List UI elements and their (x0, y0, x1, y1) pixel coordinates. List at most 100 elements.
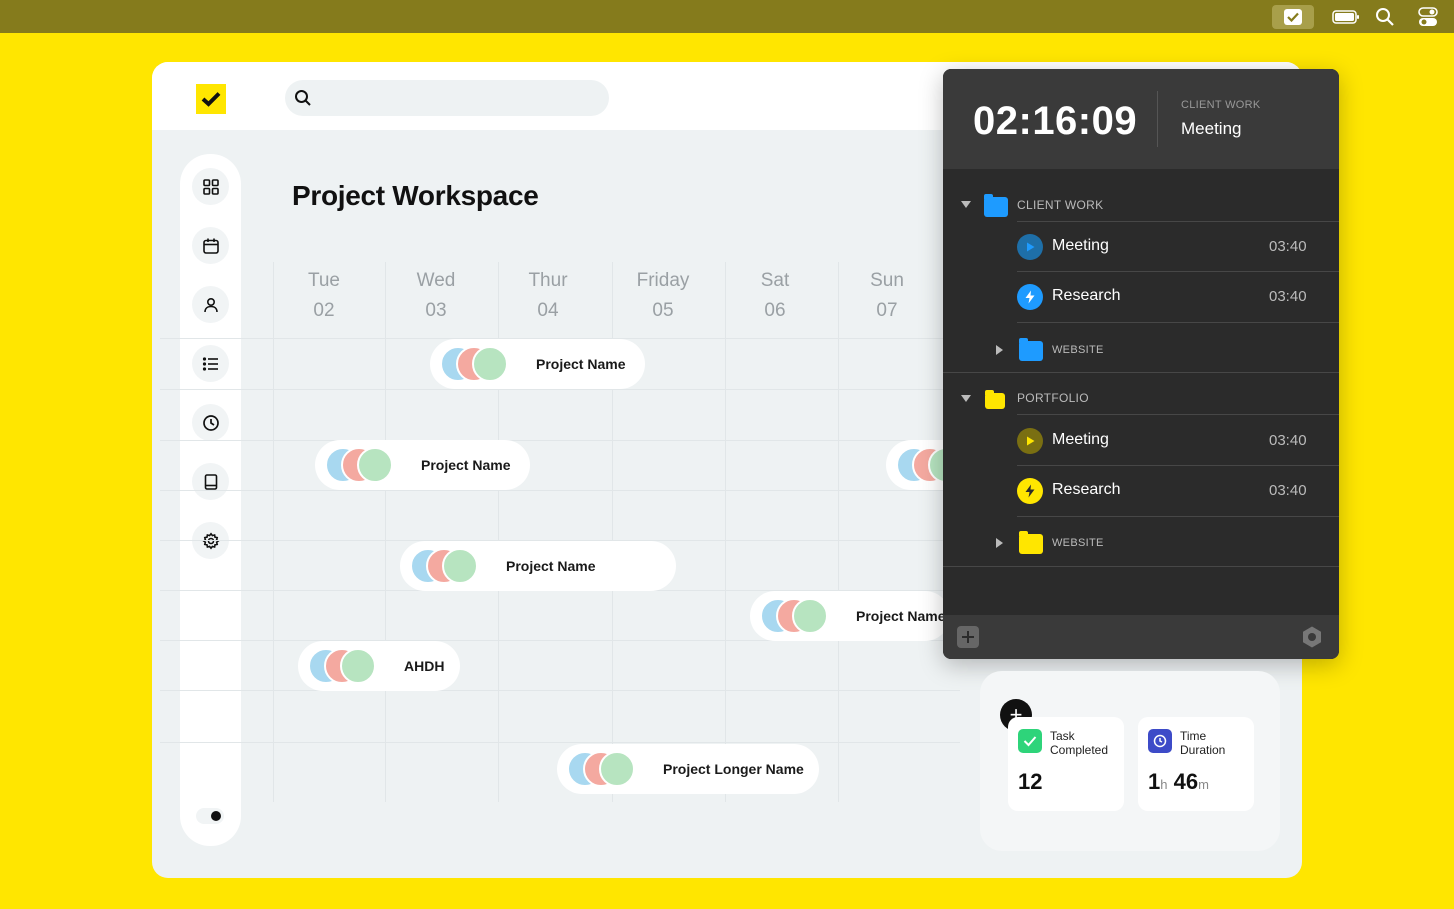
add-icon[interactable] (957, 626, 979, 648)
dashboard-icon[interactable] (192, 168, 229, 205)
collapse-caret-icon[interactable] (961, 395, 971, 402)
search-bar[interactable] (285, 80, 609, 116)
day-name: Sun (870, 270, 904, 291)
divider (1157, 91, 1158, 147)
grid-line (273, 262, 274, 802)
expand-caret-icon[interactable] (996, 538, 1003, 548)
spotlight-search-icon[interactable] (1372, 5, 1398, 29)
day-date: 03 (425, 300, 447, 321)
project-name: Project Name (421, 457, 511, 473)
day-header-thur[interactable]: Thur 04 (498, 266, 598, 326)
day-date: 07 (876, 300, 898, 321)
calendar-icon[interactable] (192, 227, 229, 264)
app-logo[interactable] (196, 84, 226, 114)
subfolder-label[interactable]: WEBSITE (1052, 537, 1104, 549)
user-icon[interactable] (192, 286, 229, 323)
task-name[interactable]: Research (1052, 287, 1120, 305)
list-icon[interactable] (192, 345, 229, 382)
control-center-icon[interactable] (1414, 5, 1442, 29)
expand-caret-icon[interactable] (996, 345, 1003, 355)
check-app-icon[interactable] (1272, 5, 1314, 29)
subfolder-label[interactable]: WEBSITE (1052, 344, 1104, 356)
divider (1017, 221, 1339, 222)
grid-line (160, 440, 960, 441)
timer-footer (943, 615, 1339, 659)
timer-clock: 02:16:09 (973, 99, 1138, 143)
bolt-icon[interactable] (1017, 284, 1043, 310)
avatar-group (325, 447, 413, 483)
page-title: Project Workspace (292, 180, 539, 211)
avatar-group (308, 648, 396, 684)
day-header-wed[interactable]: Wed 03 (386, 266, 486, 326)
grid-line (725, 262, 726, 802)
group-label[interactable]: CLIENT WORK (1017, 198, 1103, 212)
timer-icon (1148, 729, 1172, 753)
day-name: Wed (416, 270, 456, 291)
task-time: 03:40 (1269, 238, 1307, 255)
task-name[interactable]: Meeting (1052, 237, 1109, 255)
day-date: 04 (537, 300, 559, 321)
grid-line (160, 690, 960, 691)
avatar-group (440, 346, 528, 382)
current-category: CLIENT WORK (1181, 99, 1261, 111)
menu-bar (0, 0, 1454, 33)
day-header-friday[interactable]: Friday 05 (613, 266, 713, 326)
theme-toggle[interactable] (196, 808, 224, 824)
divider (1017, 271, 1339, 272)
project-name: Project Longer Name (663, 761, 804, 777)
project-pill[interactable]: Project Name (750, 591, 950, 641)
task-name[interactable]: Research (1052, 481, 1120, 499)
day-name: Sat (760, 270, 790, 291)
day-header-sat[interactable]: Sat 06 (725, 266, 825, 326)
project-pill[interactable]: Project Longer Name (557, 744, 819, 794)
project-pill[interactable]: AHDH (298, 641, 460, 691)
day-date: 02 (313, 300, 335, 321)
grid-line (838, 262, 839, 802)
day-name: Friday (636, 270, 690, 291)
stat-value: 1h 46m (1148, 769, 1209, 795)
divider (1017, 516, 1339, 517)
avatar-group (760, 598, 848, 634)
avatar (340, 648, 376, 684)
day-date: 05 (652, 300, 674, 321)
collapse-caret-icon[interactable] (961, 201, 971, 208)
divider (1017, 322, 1339, 323)
stats-card: + Task Completed 12 Time Duration 1h 46m (980, 671, 1280, 851)
hours-value: 1 (1148, 769, 1161, 794)
avatar (357, 447, 393, 483)
day-header-sun[interactable]: Sun 07 (837, 266, 937, 326)
minutes-value: 46 (1173, 769, 1199, 794)
search-input[interactable] (321, 80, 601, 116)
avatar-group (567, 751, 655, 787)
project-pill[interactable]: Project Name (430, 339, 645, 389)
avatar (442, 548, 478, 584)
stat-time-duration: Time Duration 1h 46m (1138, 717, 1254, 811)
task-time: 03:40 (1269, 288, 1307, 305)
settings-hexagon-icon[interactable] (1300, 625, 1324, 654)
project-pill[interactable]: Project Name (315, 440, 530, 490)
project-name: AHDH (404, 658, 445, 674)
current-task: Meeting (1181, 119, 1242, 138)
timer-header: 02:16:09 CLIENT WORK Meeting (943, 69, 1339, 169)
divider (1017, 414, 1339, 415)
timer-panel: 02:16:09 CLIENT WORK Meeting CLIENT WORK… (943, 69, 1339, 659)
divider (943, 372, 1339, 373)
book-icon[interactable] (192, 463, 229, 500)
stat-label: Time Duration (1180, 729, 1226, 757)
avatar (792, 598, 828, 634)
play-icon[interactable] (1017, 234, 1043, 260)
day-header-tue[interactable]: Tue 02 (274, 266, 374, 326)
group-label[interactable]: PORTFOLIO (1017, 391, 1089, 405)
avatar-group (410, 548, 498, 584)
avatar (472, 346, 508, 382)
divider (1017, 465, 1339, 466)
project-pill[interactable]: Project Name (400, 541, 676, 591)
bolt-icon[interactable] (1017, 478, 1043, 504)
grid-line (385, 262, 386, 802)
toggle-knob (211, 811, 221, 821)
task-name[interactable]: Meeting (1052, 431, 1109, 449)
play-icon[interactable] (1017, 428, 1043, 454)
battery-icon[interactable] (1330, 5, 1362, 29)
clock-icon[interactable] (192, 404, 229, 441)
check-icon (1018, 729, 1042, 753)
